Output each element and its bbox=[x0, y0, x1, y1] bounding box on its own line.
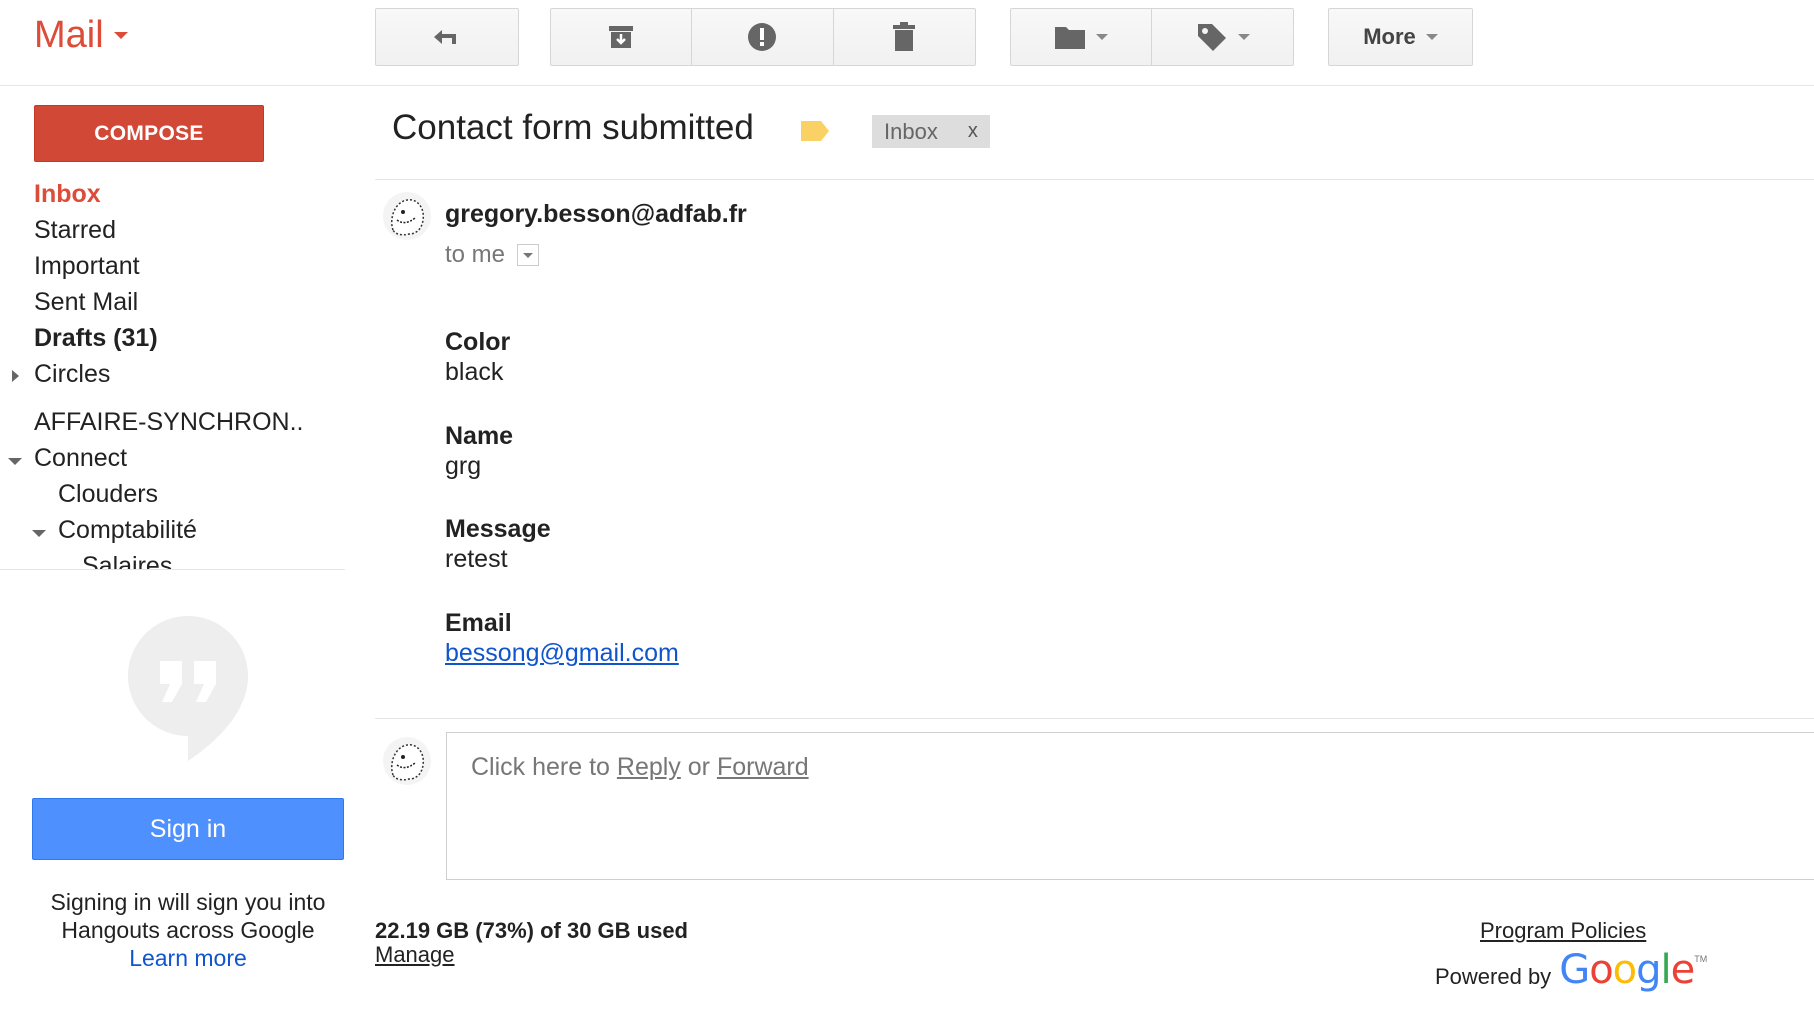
trash-icon bbox=[893, 22, 916, 51]
collapse-arrow-icon[interactable] bbox=[8, 458, 22, 465]
signin-text-line1: Signing in will sign you into bbox=[50, 889, 326, 915]
sidebar-item-drafts[interactable]: Drafts (31) bbox=[34, 324, 158, 353]
message-subject: Contact form submitted bbox=[392, 108, 754, 147]
sidebar-item-connect[interactable]: Connect bbox=[34, 444, 127, 473]
sidebar-item-sent-mail[interactable]: Sent Mail bbox=[34, 288, 138, 317]
signin-text-line2: Hangouts across Google bbox=[61, 917, 315, 943]
reply-prompt-prefix: Click here to bbox=[471, 753, 617, 781]
mail-app-switcher[interactable]: Mail bbox=[34, 14, 128, 57]
forward-link[interactable]: Forward bbox=[717, 753, 809, 781]
program-policies-link[interactable]: Program Policies bbox=[1480, 918, 1646, 944]
user-avatar bbox=[383, 737, 431, 785]
show-details-button[interactable] bbox=[517, 244, 540, 266]
manage-storage-link[interactable]: Manage bbox=[375, 942, 455, 968]
tag-icon bbox=[1197, 24, 1226, 51]
action-button-group bbox=[550, 8, 976, 66]
back-to-inbox-button[interactable] bbox=[376, 9, 518, 65]
delete-button[interactable] bbox=[834, 9, 975, 65]
field-value-message: retest bbox=[445, 545, 508, 573]
chevron-down-icon bbox=[1425, 34, 1438, 40]
chevron-down-icon bbox=[113, 32, 128, 39]
storage-quota: 22.19 GB (73%) of 30 GB used bbox=[375, 918, 688, 943]
powered-by-google: Powered by Google TM bbox=[1435, 950, 1707, 990]
sender-avatar bbox=[383, 192, 431, 240]
organize-button-group bbox=[1010, 8, 1294, 66]
recipient-line: to me bbox=[445, 241, 540, 269]
inbox-label-chip: Inbox x bbox=[872, 115, 990, 148]
app-title: Mail bbox=[34, 14, 104, 56]
sidebar-item-clouders[interactable]: Clouders bbox=[58, 480, 158, 509]
field-value-email-link[interactable]: bessong@gmail.com bbox=[445, 639, 679, 668]
folder-icon bbox=[1055, 27, 1085, 49]
field-label-email: Email bbox=[445, 609, 512, 637]
exclamation-icon bbox=[748, 23, 777, 51]
sidebar-item-circles[interactable]: Circles bbox=[34, 360, 110, 389]
field-value-name: grg bbox=[445, 452, 482, 480]
chevron-down-icon bbox=[1237, 34, 1250, 40]
hangouts-signin-description: Signing in will sign you into Hangouts a… bbox=[32, 888, 344, 972]
back-arrow-icon bbox=[434, 30, 456, 44]
reply-link[interactable]: Reply bbox=[617, 753, 681, 781]
collapse-arrow-icon[interactable] bbox=[32, 530, 46, 537]
more-label: More bbox=[1363, 24, 1416, 49]
recipient-text: to me bbox=[445, 241, 506, 268]
archive-icon bbox=[609, 26, 634, 48]
sidebar-item-salaires[interactable]: Salaires bbox=[82, 552, 172, 569]
label-importance-icon[interactable] bbox=[800, 120, 830, 142]
field-label-name: Name bbox=[445, 422, 514, 450]
archive-button[interactable] bbox=[551, 9, 693, 65]
hangouts-icon bbox=[128, 616, 248, 761]
sidebar-nav: Inbox Starred Important Sent Mail Drafts… bbox=[0, 180, 345, 570]
sender-email[interactable]: gregory.besson@adfab.fr bbox=[445, 200, 747, 229]
labels-button[interactable] bbox=[1152, 9, 1293, 65]
hangouts-signin-button[interactable]: Sign in bbox=[32, 798, 344, 860]
top-toolbar: Mail More bbox=[0, 0, 1814, 86]
chevron-down-icon bbox=[523, 252, 534, 258]
label-chip-text: Inbox bbox=[884, 118, 938, 144]
expand-arrow-icon[interactable] bbox=[12, 370, 19, 382]
powered-by-text: Powered by bbox=[1435, 964, 1552, 989]
google-logo: Google bbox=[1559, 947, 1695, 993]
message-divider bbox=[375, 718, 1814, 719]
remove-label-button[interactable]: x bbox=[968, 120, 978, 143]
sidebar-item-starred[interactable]: Starred bbox=[34, 216, 116, 245]
more-button[interactable]: More bbox=[1329, 9, 1472, 65]
sidebar-item-affaire-synchron[interactable]: AFFAIRE-SYNCHRON.. bbox=[34, 408, 303, 437]
sidebar-item-important[interactable]: Important bbox=[34, 252, 140, 281]
more-button-group: More bbox=[1328, 8, 1473, 66]
field-label-message: Message bbox=[445, 515, 551, 543]
sidebar-item-inbox[interactable]: Inbox bbox=[34, 180, 101, 209]
report-spam-button[interactable] bbox=[692, 9, 834, 65]
chevron-down-icon bbox=[1096, 34, 1108, 40]
compose-button[interactable]: COMPOSE bbox=[34, 105, 264, 162]
sidebar-item-comptabilite[interactable]: Comptabilité bbox=[58, 516, 197, 545]
learn-more-link[interactable]: Learn more bbox=[32, 944, 344, 972]
move-to-button[interactable] bbox=[1011, 9, 1152, 65]
reply-box[interactable]: Click here to Reply or Forward bbox=[446, 732, 1814, 880]
reply-prompt-middle: or bbox=[680, 753, 717, 781]
field-label-color: Color bbox=[445, 328, 511, 356]
back-button-group bbox=[375, 8, 519, 66]
field-value-color: black bbox=[445, 358, 504, 386]
trademark-mark: TM bbox=[1694, 954, 1708, 964]
header-divider bbox=[375, 179, 1814, 180]
